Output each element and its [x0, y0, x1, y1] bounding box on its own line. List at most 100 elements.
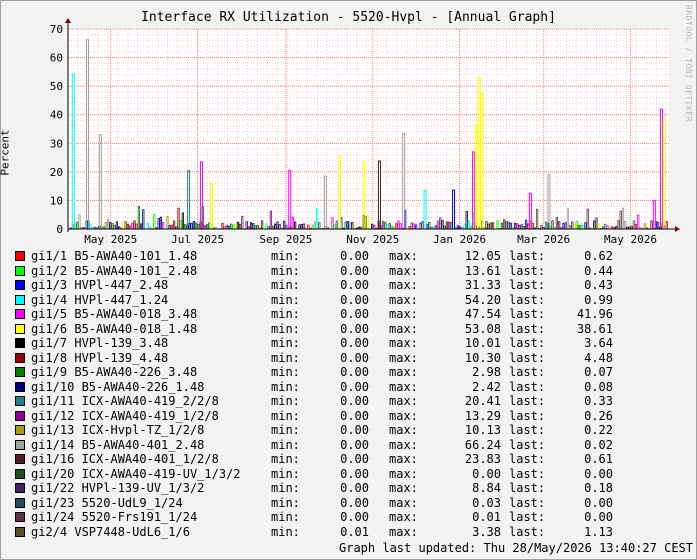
legend-min-value: 0.00	[340, 481, 369, 495]
legend-last-value: 38.61	[576, 321, 613, 336]
legend-last-value: 0.00	[584, 510, 613, 524]
legend-row: gi1/12 ICX-AWA40-419_1/2/8 min: 0.00 max: 13…	[1, 409, 696, 423]
legend-row: gi1/2 B5-AWA40-101_2.48 min: 0.00 max: 13.61…	[1, 264, 696, 278]
legend-row: gi1/6 B5-AWA40-018_1.48 min: 0.00 max: 53.08…	[1, 322, 696, 336]
legend-row: gi1/13 ICX-Hvpl-TZ_1/2/8 min: 0.00 max: 10.1…	[1, 423, 696, 437]
legend-min-label: min:	[271, 350, 300, 365]
legend-min-label: min:	[271, 452, 300, 466]
legend-swatch	[15, 367, 25, 377]
legend-min-label: min:	[271, 336, 300, 350]
legend-min-label: min:	[271, 408, 300, 423]
legend-max-value: 66.24	[464, 437, 501, 452]
legend-max-label: max:	[389, 408, 418, 423]
legend-max-label: max:	[389, 394, 418, 408]
legend-min-value: 0.01	[340, 524, 369, 539]
legend-series-name: gi1/2 B5-AWA40-101_2.48	[31, 263, 198, 278]
legend-min-value: 0.00	[340, 495, 369, 510]
legend-last-label: last:	[509, 524, 546, 539]
legend-min-value: 0.00	[340, 321, 369, 336]
legend-swatch	[15, 309, 25, 319]
x-tick-label: Nov 2025	[346, 233, 399, 246]
legend-max-label: max:	[389, 249, 418, 263]
legend-min-label: min:	[271, 263, 300, 278]
x-tick-label: May 2026	[604, 233, 657, 246]
legend-series-name: gi1/13 ICX-Hvpl-TZ_1/2/8	[31, 423, 205, 437]
legend-max-label: max:	[389, 466, 418, 481]
legend-max-value: 2.42	[472, 379, 501, 394]
legend-series-name: gi1/3 HVPl-447_2.48	[31, 278, 169, 292]
legend-row: gi1/1 B5-AWA40-101_1.48 min: 0.00 max: 12.05…	[1, 249, 696, 263]
legend-min-label: min:	[271, 321, 300, 336]
legend-row: gi2/4 VSP7448-UdL6_1/6 min: 0.01 max: 3.38 la…	[1, 525, 696, 539]
y-tick-label: 70	[50, 23, 63, 36]
legend-row: gi1/8 HVPl-139_4.48 min: 0.00 max: 10.30 last…	[1, 351, 696, 365]
legend-series-name: gi1/23 5520-UdL9_1/24	[31, 495, 183, 510]
legend-max-label: max:	[389, 423, 418, 437]
x-tick-label: Mar 2026	[517, 233, 570, 246]
legend-min-label: min:	[271, 495, 300, 510]
legend-last-value: 0.61	[584, 452, 613, 466]
legend-max-label: max:	[389, 481, 418, 495]
legend-swatch	[15, 323, 25, 334]
legend-row: gi1/7 HVPl-139_3.48 min: 0.00 max: 10.01 last…	[1, 336, 696, 350]
y-tick-label: 30	[50, 137, 63, 150]
legend-row: gi1/16 ICX-AWA40-401_1/2/8 min: 0.00 max: 23…	[1, 452, 696, 466]
legend-row: gi1/14 B5-AWA40-401_2.48 min: 0.00 max: 66.2…	[1, 438, 696, 452]
legend-last-label: last:	[509, 379, 546, 394]
legend-swatch	[15, 512, 25, 522]
legend-swatch	[15, 381, 25, 392]
legend-max-value: 12.05	[464, 249, 501, 263]
legend-last-value: 0.07	[584, 365, 613, 379]
legend-min-value: 0.00	[340, 379, 369, 394]
legend-min-label: min:	[271, 278, 300, 292]
legend-max-label: max:	[389, 321, 418, 336]
legend-swatch	[15, 396, 25, 406]
legend-max-value: 13.29	[464, 408, 501, 423]
legend-max-value: 0.00	[472, 466, 501, 481]
legend-min-value: 0.00	[340, 292, 369, 307]
x-tick-label: May 2025	[84, 233, 137, 246]
graph-panel: Interface RX Utilization - 5520-Hvpl - […	[0, 0, 697, 560]
y-tick-label: 50	[50, 80, 63, 93]
legend-max-label: max:	[389, 292, 418, 307]
legend-min-value: 0.00	[340, 466, 369, 481]
chart-plot: 0 10 20 30 40 50 60 70 May 2025 Jul 2025 Sep 2025 N…	[50, 18, 680, 246]
legend-max-value: 53.08	[464, 321, 501, 336]
legend-last-value: 0.00	[584, 466, 613, 481]
y-tick-label: 0	[56, 223, 63, 236]
legend-last-value: 0.08	[584, 379, 613, 394]
legend-swatch	[15, 468, 25, 479]
legend-max-value: 31.33	[464, 278, 501, 292]
legend-min-value: 0.00	[340, 423, 369, 437]
legend-series-name: gi1/1 B5-AWA40-101_1.48	[31, 249, 198, 263]
legend-last-value: 1.13	[584, 524, 613, 539]
legend-min-value: 0.00	[340, 249, 369, 263]
legend-last-value: 0.02	[584, 437, 613, 452]
legend-min-label: min:	[271, 365, 300, 379]
legend-last-label: last:	[509, 495, 546, 510]
legend-last-label: last:	[509, 292, 546, 307]
legend-swatch	[15, 352, 25, 363]
legend-last-label: last:	[509, 249, 546, 263]
legend-last-value: 0.62	[584, 249, 613, 263]
y-tick-label: 60	[50, 52, 63, 65]
legend-row: gi1/24 5520-Frs191_1/24 min: 0.00 max: 0.01 l…	[1, 510, 696, 524]
legend-last-value: 0.26	[584, 408, 613, 423]
graph-last-updated: Graph last updated: Thu 28/May/2026 13:4…	[339, 541, 694, 555]
legend-swatch	[15, 497, 25, 508]
x-axis-arrow-icon	[675, 226, 680, 232]
legend-row: gi1/23 5520-UdL9_1/24 min: 0.00 max: 0.03 las…	[1, 496, 696, 510]
legend-swatch	[15, 338, 25, 348]
legend-min-value: 0.00	[340, 350, 369, 365]
legend-max-label: max:	[389, 524, 418, 539]
legend-series-name: gi1/11 ICX-AWA40-419_2/2/8	[31, 394, 219, 408]
legend-series-name: gi1/5 B5-AWA40-018_3.48	[31, 307, 198, 321]
legend-series-name: gi1/8 HVPl-139_4.48	[31, 350, 169, 365]
legend-last-label: last:	[509, 408, 546, 423]
legend-min-value: 0.00	[340, 336, 369, 350]
y-tick-label: 40	[50, 109, 63, 122]
legend-last-value: 0.99	[584, 292, 613, 307]
legend-row: gi1/22 HVPl-139-UV_1/3/2 min: 0.00 max: 8.84…	[1, 481, 696, 495]
legend-last-label: last:	[509, 510, 546, 524]
legend-series-name: gi1/12 ICX-AWA40-419_1/2/8	[31, 408, 219, 423]
